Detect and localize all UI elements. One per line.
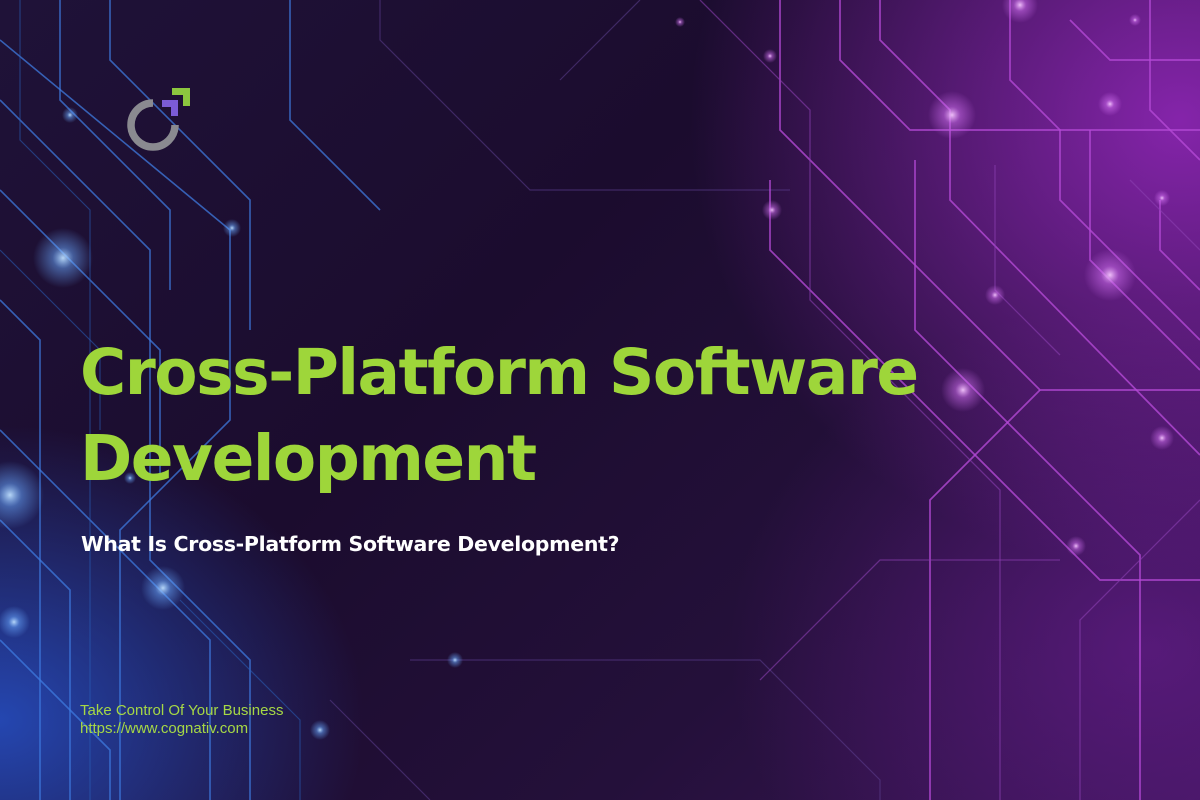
page-title-line-2: Development <box>80 422 537 495</box>
hero-banner: Cross-Platform Software Development What… <box>0 0 1200 800</box>
subheading: What Is Cross-Platform Software Developm… <box>81 532 620 556</box>
page-title: Cross-Platform Software Development <box>80 330 980 502</box>
footer-url-link[interactable]: https://www.cognativ.com <box>80 720 283 738</box>
footer: Take Control Of Your Business https://ww… <box>80 702 283 738</box>
page-title-line-1: Cross-Platform Software <box>80 336 919 409</box>
cognativ-logo-icon <box>127 88 190 151</box>
footer-tagline: Take Control Of Your Business <box>80 702 284 719</box>
